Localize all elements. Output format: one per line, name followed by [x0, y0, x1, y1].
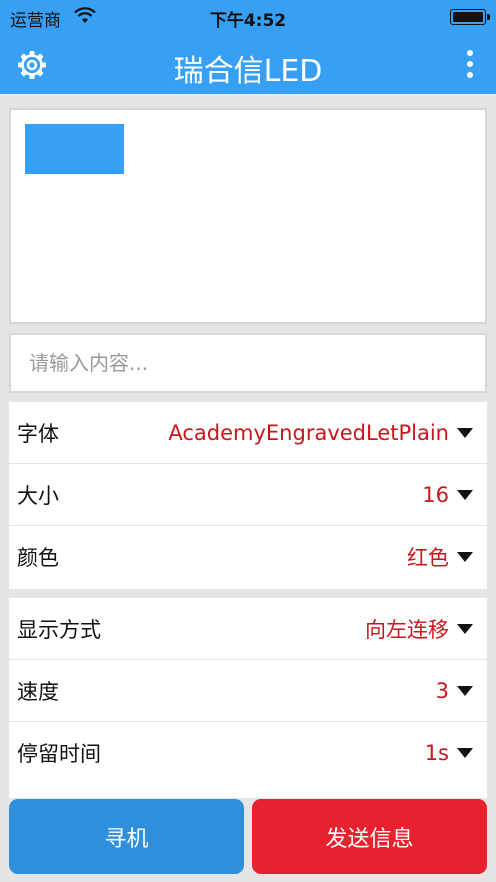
send-message-button[interactable]: 发送信息: [252, 799, 487, 874]
speed-label: 速度: [17, 679, 59, 704]
content-input[interactable]: [27, 350, 485, 376]
battery-icon: [450, 9, 490, 25]
display-mode-label: 显示方式: [17, 617, 101, 642]
font-value-text: AcademyEngravedLetPlain: [168, 420, 449, 445]
caret-down-icon: [457, 427, 473, 438]
color-label: 颜色: [17, 546, 59, 570]
clock: 下午4:52: [209, 11, 287, 31]
speed-row[interactable]: 速度 3: [9, 660, 487, 722]
font-row[interactable]: 字体 AcademyEngravedLetPlain: [9, 402, 487, 464]
display-mode-row[interactable]: 显示方式 向左连移: [9, 598, 487, 660]
more-vertical-icon[interactable]: [466, 50, 474, 80]
caret-down-icon: [457, 748, 473, 758]
stay-time-value[interactable]: 1s: [425, 741, 473, 765]
stay-time-value-text: 1s: [424, 741, 449, 765]
page-title: 瑞合信LED: [173, 54, 323, 89]
speed-value[interactable]: 3: [436, 679, 473, 703]
led-preview: [9, 108, 487, 324]
content-input-container[interactable]: [9, 333, 487, 393]
caret-down-icon: [457, 552, 473, 562]
color-value-text: 红色: [407, 546, 449, 570]
preview-block: [25, 124, 124, 174]
settings-group-text: 字体 AcademyEngravedLetPlain 大小 16 颜色 红色: [9, 402, 487, 589]
search-device-button[interactable]: 寻机: [9, 799, 244, 874]
caret-down-icon: [457, 489, 473, 500]
font-label: 字体: [17, 421, 59, 446]
size-row[interactable]: 大小 16: [9, 464, 487, 526]
caret-down-icon: [457, 685, 473, 696]
top-bar: 运营商 下午4:52 瑞合信LED: [0, 0, 496, 94]
display-mode-value[interactable]: 向左连移: [365, 614, 473, 644]
size-label: 大小: [17, 483, 59, 508]
font-value[interactable]: AcademyEngravedLetPlain: [168, 421, 473, 445]
display-mode-value-text: 向左连移: [365, 617, 449, 642]
caret-down-icon: [457, 623, 473, 634]
stay-time-row[interactable]: 停留时间 1s: [9, 722, 487, 784]
settings-group-display: 显示方式 向左连移 速度 3 停留时间 1s: [9, 598, 487, 798]
speed-value-text: 3: [435, 678, 449, 703]
stay-time-label: 停留时间: [17, 742, 101, 766]
color-row[interactable]: 颜色 红色: [9, 526, 487, 588]
status-bar: 运营商 下午4:52: [0, 0, 496, 34]
size-value[interactable]: 16: [422, 483, 473, 507]
size-value-text: 16: [422, 482, 449, 507]
color-value[interactable]: 红色: [407, 542, 473, 572]
